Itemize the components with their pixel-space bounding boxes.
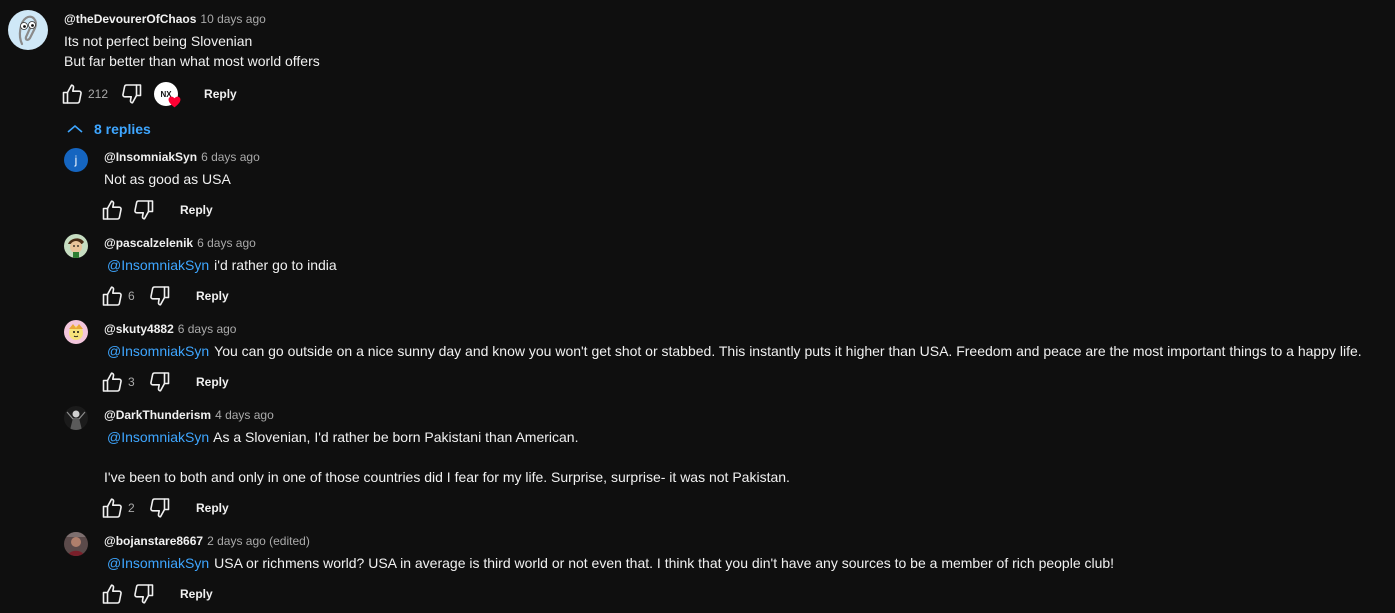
mention-link[interactable]: @InsomniakSyn — [107, 257, 209, 273]
thumbs-down-icon — [150, 372, 170, 392]
like-button[interactable] — [100, 496, 124, 520]
avatar[interactable] — [64, 234, 88, 258]
comment-text: @InsomniakSyn i'd rather go to india — [104, 255, 337, 275]
timestamp[interactable]: 10 days ago — [200, 12, 265, 26]
reply-button[interactable]: Reply — [180, 587, 213, 601]
dislike-button[interactable] — [132, 198, 156, 222]
mention-link[interactable]: @InsomniakSyn — [107, 555, 209, 571]
comment-header: @theDevourerOfChaos 10 days ago — [64, 11, 266, 27]
comment-header: @bojanstare8667 2 days ago (edited) — [104, 533, 310, 549]
replies-count: 8 replies — [94, 121, 151, 137]
like-button[interactable] — [100, 284, 124, 308]
photo-avatar-icon — [64, 532, 88, 556]
like-button[interactable] — [100, 582, 124, 606]
comment-text: Not as good as USA — [104, 171, 231, 187]
author-name[interactable]: @bojanstare8667 — [104, 534, 203, 548]
dark-figure-avatar-icon — [64, 406, 88, 430]
creator-heart: NX — [154, 82, 181, 108]
thumbs-up-icon — [102, 286, 122, 306]
reply-button[interactable]: Reply — [196, 501, 229, 515]
dislike-button[interactable] — [148, 284, 172, 308]
reply-button[interactable]: Reply — [196, 375, 229, 389]
timestamp[interactable]: 2 days ago (edited) — [207, 534, 310, 548]
like-count: 3 — [128, 375, 135, 389]
comment-action-bar: Reply — [100, 582, 213, 606]
comment-text: @InsomniakSyn USA or richmens world? USA … — [104, 553, 1114, 573]
comment-action-bar: 212 NX Reply — [60, 82, 237, 108]
thumbs-down-icon — [134, 584, 154, 604]
avatar[interactable] — [64, 406, 88, 430]
comment-text-line-2: I've been to both and only in one of tho… — [104, 469, 790, 485]
dislike-button[interactable] — [132, 582, 156, 606]
thumbs-up-icon — [102, 372, 122, 392]
comment-header: @DarkThunderism 4 days ago — [104, 407, 274, 423]
comment-text: @InsomniakSyn You can go outside on a nic… — [104, 341, 1362, 361]
author-name[interactable]: @skuty4882 — [104, 322, 174, 336]
comment-text-line-2: But far better than what most world offe… — [64, 53, 320, 69]
avatar[interactable]: j — [64, 148, 88, 172]
comment-body: i'd rather go to india — [214, 257, 337, 273]
thumbs-down-icon — [150, 498, 170, 518]
author-name[interactable]: @theDevourerOfChaos — [64, 12, 196, 26]
timestamp[interactable]: 6 days ago — [201, 150, 260, 164]
avatar[interactable] — [64, 532, 88, 556]
comment-action-bar: 6 Reply — [100, 284, 229, 308]
chevron-up-icon — [67, 124, 83, 133]
like-button[interactable] — [60, 82, 84, 106]
like-count: 6 — [128, 289, 135, 303]
author-name[interactable]: @pascalzelenik — [104, 236, 193, 250]
timestamp[interactable]: 6 days ago — [197, 236, 256, 250]
thumbs-up-icon — [62, 84, 82, 104]
comment-header: @InsomniakSyn 6 days ago — [104, 149, 260, 165]
comment-action-bar: 3 Reply — [100, 370, 229, 394]
cartoon-avatar-icon — [64, 320, 88, 344]
comment-action-bar: 2 Reply — [100, 496, 229, 520]
comment-body: As a Slovenian, I'd rather be born Pakis… — [213, 429, 579, 445]
thumbs-down-icon — [122, 84, 142, 104]
dislike-button[interactable] — [148, 496, 172, 520]
author-name[interactable]: @DarkThunderism — [104, 408, 211, 422]
avatar-letter: j — [74, 153, 78, 167]
mention-link[interactable]: @InsomniakSyn — [107, 343, 209, 359]
like-button[interactable] — [100, 370, 124, 394]
reply-button[interactable]: Reply — [180, 203, 213, 217]
dislike-button[interactable] — [120, 82, 144, 106]
thumbs-down-icon — [150, 286, 170, 306]
mention-link[interactable]: @InsomniakSyn — [107, 429, 209, 445]
comment-text-line-1: Its not perfect being Slovenian — [64, 33, 253, 49]
comment-header: @skuty4882 6 days ago — [104, 321, 236, 337]
clippy-avatar-icon — [8, 10, 48, 50]
like-button[interactable] — [100, 198, 124, 222]
comment-text-line-1: @InsomniakSyn As a Slovenian, I'd rather … — [104, 427, 578, 447]
thumbs-up-icon — [102, 200, 122, 220]
timestamp[interactable]: 4 days ago — [215, 408, 274, 422]
avatar[interactable] — [8, 10, 48, 50]
thumbs-up-icon — [102, 584, 122, 604]
reply-button[interactable]: Reply — [204, 87, 237, 101]
comment-body: USA or richmens world? USA in average is… — [214, 555, 1115, 571]
comment-header: @pascalzelenik 6 days ago — [104, 235, 256, 251]
comment-body: You can go outside on a nice sunny day a… — [214, 343, 1362, 359]
like-count: 212 — [88, 87, 109, 101]
comment-action-bar: Reply — [100, 198, 213, 222]
replies-toggle-button[interactable]: 8 replies — [66, 119, 151, 139]
dislike-button[interactable] — [148, 370, 172, 394]
cartoon-avatar-icon — [64, 234, 88, 258]
author-name[interactable]: @InsomniakSyn — [104, 150, 197, 164]
thumbs-down-icon — [134, 200, 154, 220]
reply-button[interactable]: Reply — [196, 289, 229, 303]
avatar[interactable] — [64, 320, 88, 344]
heart-icon — [168, 96, 181, 108]
like-count: 2 — [128, 501, 135, 515]
thumbs-up-icon — [102, 498, 122, 518]
timestamp[interactable]: 6 days ago — [178, 322, 237, 336]
